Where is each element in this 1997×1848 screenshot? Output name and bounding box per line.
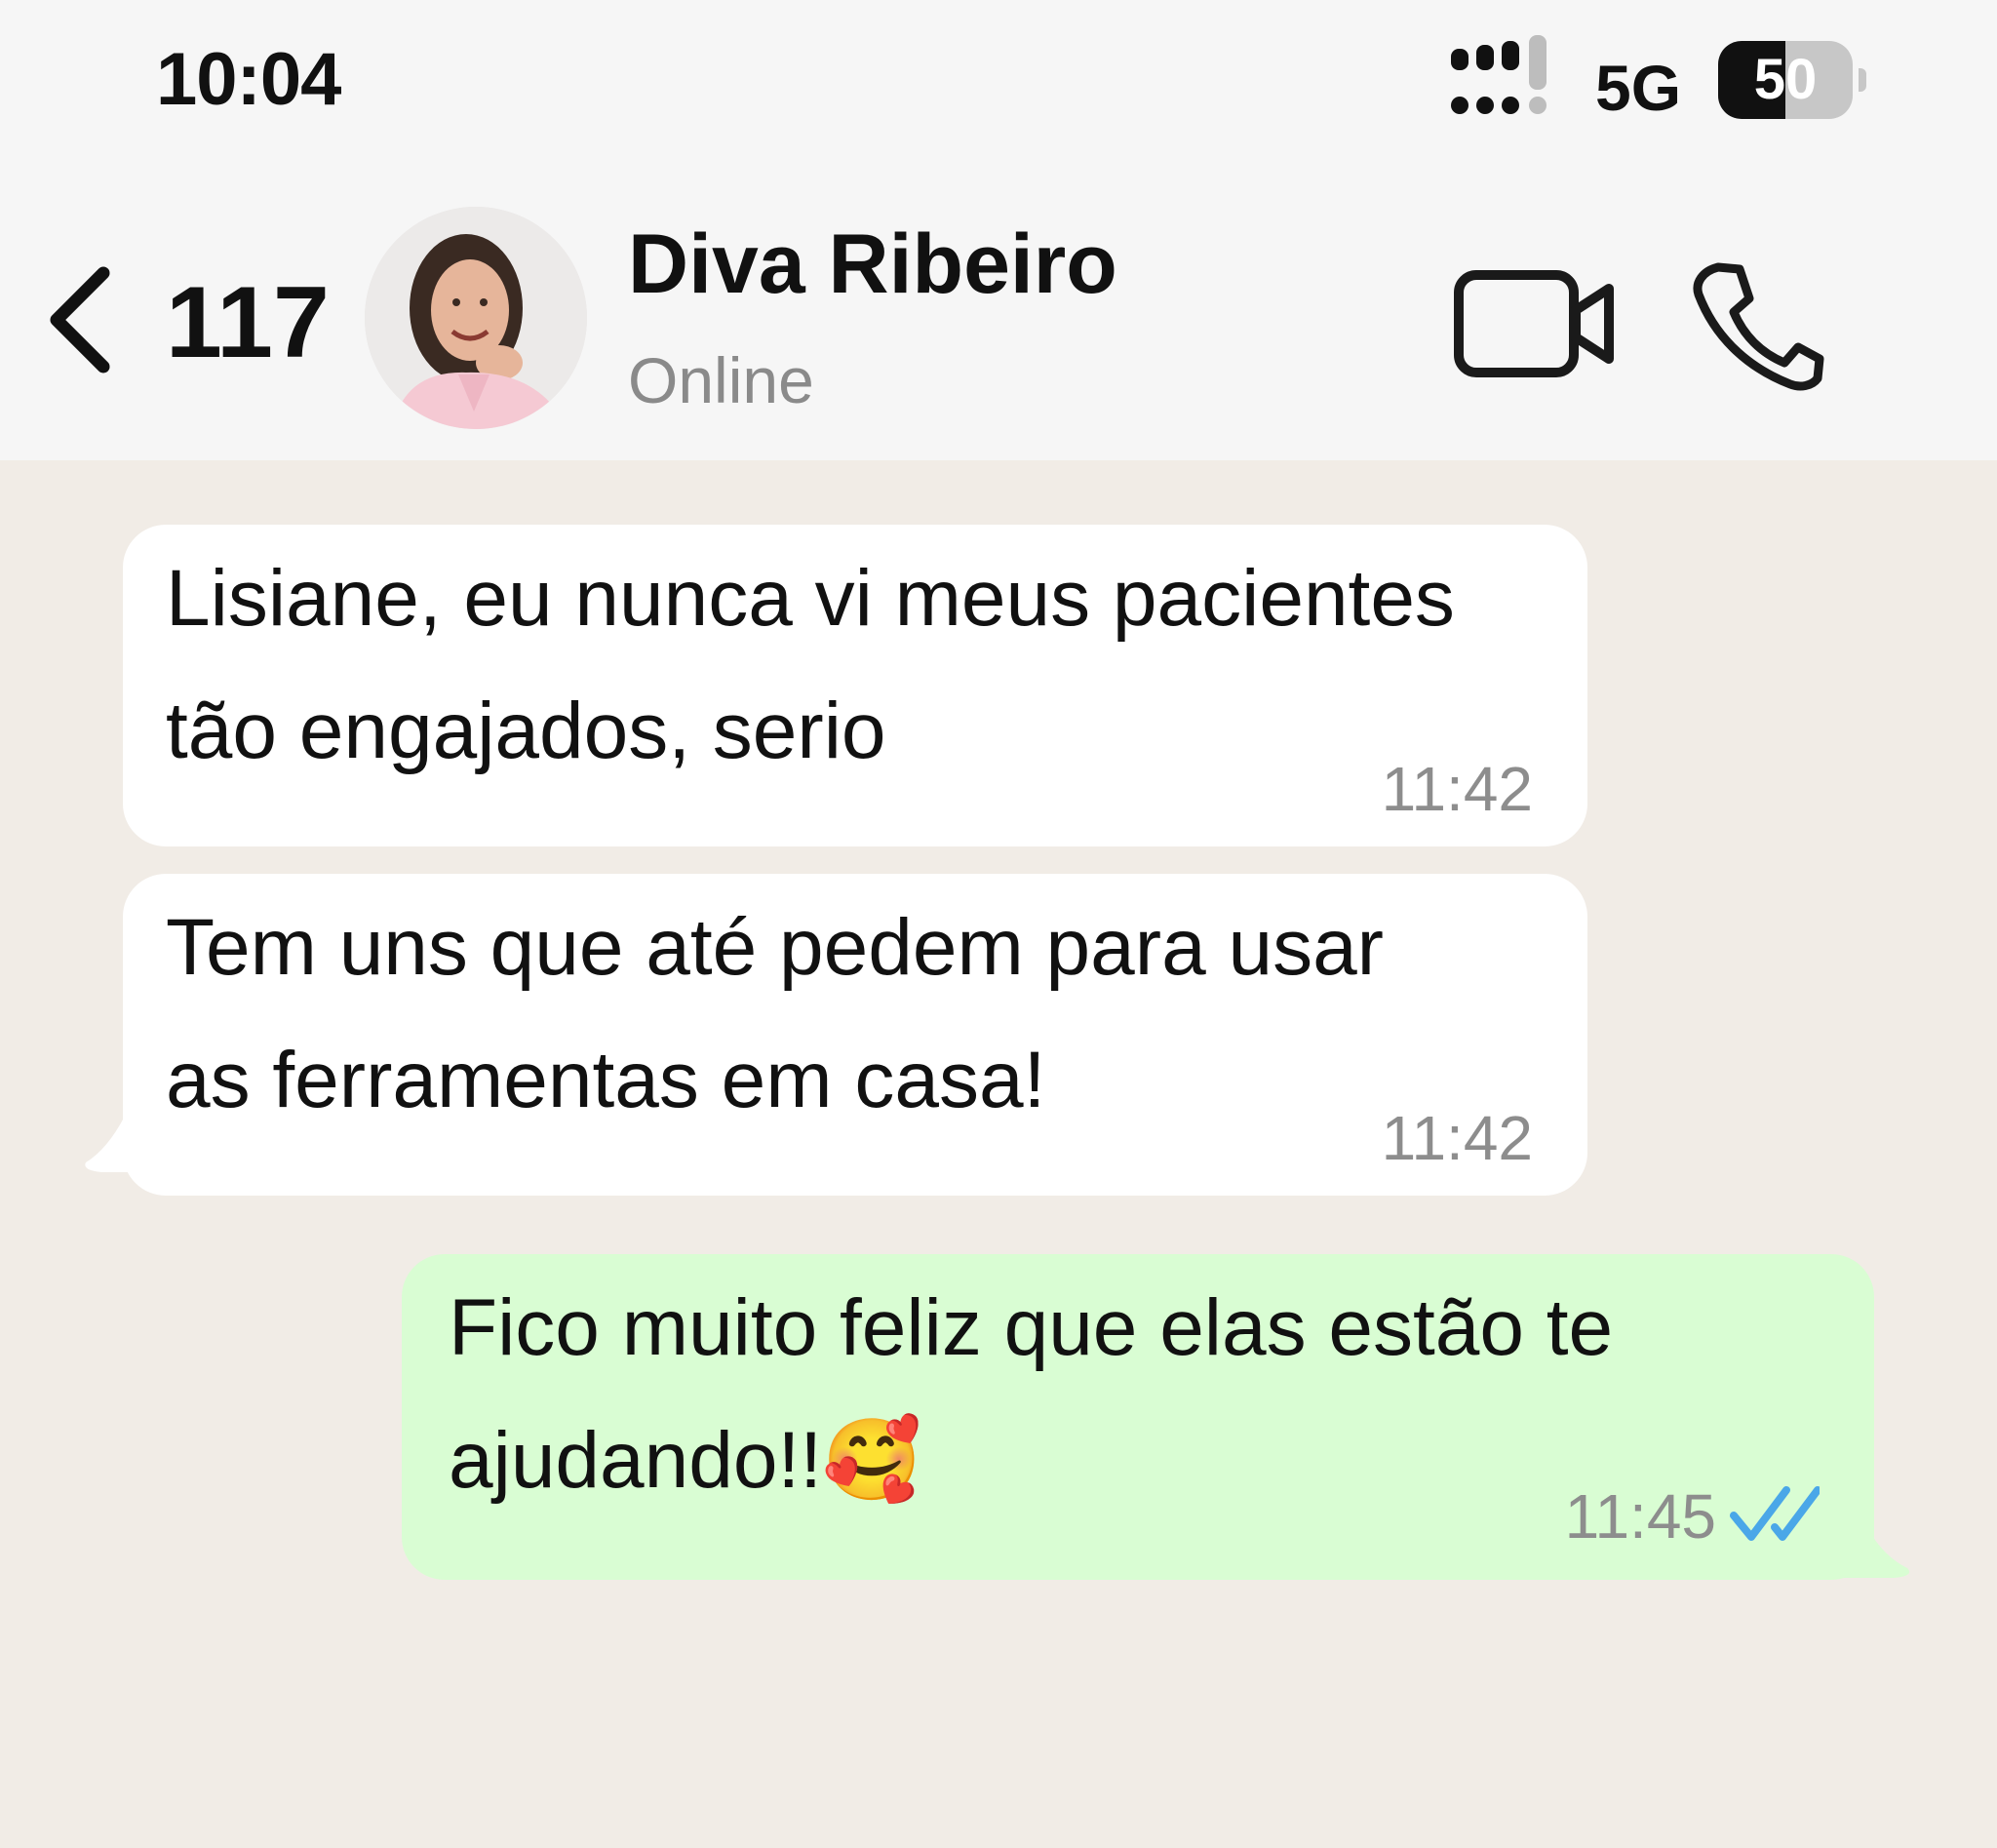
message-timestamp: 11:42 (1381, 1103, 1533, 1173)
message-bubble-incoming[interactable]: Lisiane, eu nunca vi meus pacientes tão … (123, 525, 1587, 846)
video-call-icon[interactable] (1453, 265, 1619, 382)
network-type: 5G (1595, 52, 1682, 124)
message-text: Lisiane, eu nunca vi meus pacientes tão … (166, 554, 1455, 775)
message-timestamp: 11:42 (1381, 754, 1533, 824)
status-bar: 10:04 5G 50 (0, 0, 1997, 176)
status-time: 10:04 (156, 38, 341, 121)
battery-icon: 50 (1718, 41, 1853, 119)
message-text: Fico muito feliz que elas estão te ajuda… (449, 1283, 1614, 1505)
battery-nub (1859, 68, 1866, 92)
chevron-left-icon[interactable] (43, 261, 121, 378)
message-bubble-incoming[interactable]: Tem uns que até pedem para usar as ferra… (123, 874, 1587, 1196)
contact-name[interactable]: Diva Ribeiro (628, 216, 1117, 313)
battery-percent: 50 (1753, 48, 1818, 111)
chat-messages-area[interactable]: Lisiane, eu nunca vi meus pacientes tão … (0, 460, 1997, 1848)
message-timestamp: 11:45 (1564, 1481, 1716, 1552)
chat-header: 117 Diva Ribeiro Online (0, 176, 1997, 460)
signal-strength-icon (1451, 35, 1547, 114)
message-bubble-outgoing[interactable]: Fico muito feliz que elas estão te ajuda… (402, 1254, 1874, 1580)
avatar[interactable] (365, 207, 587, 429)
contact-status: Online (628, 344, 814, 416)
avatar-photo (365, 207, 587, 429)
back-unread-count[interactable]: 117 (166, 265, 330, 381)
message-text: Tem uns que até pedem para usar as ferra… (166, 903, 1384, 1124)
phone-call-icon[interactable] (1689, 256, 1825, 392)
read-receipt-icon (1730, 1486, 1820, 1541)
